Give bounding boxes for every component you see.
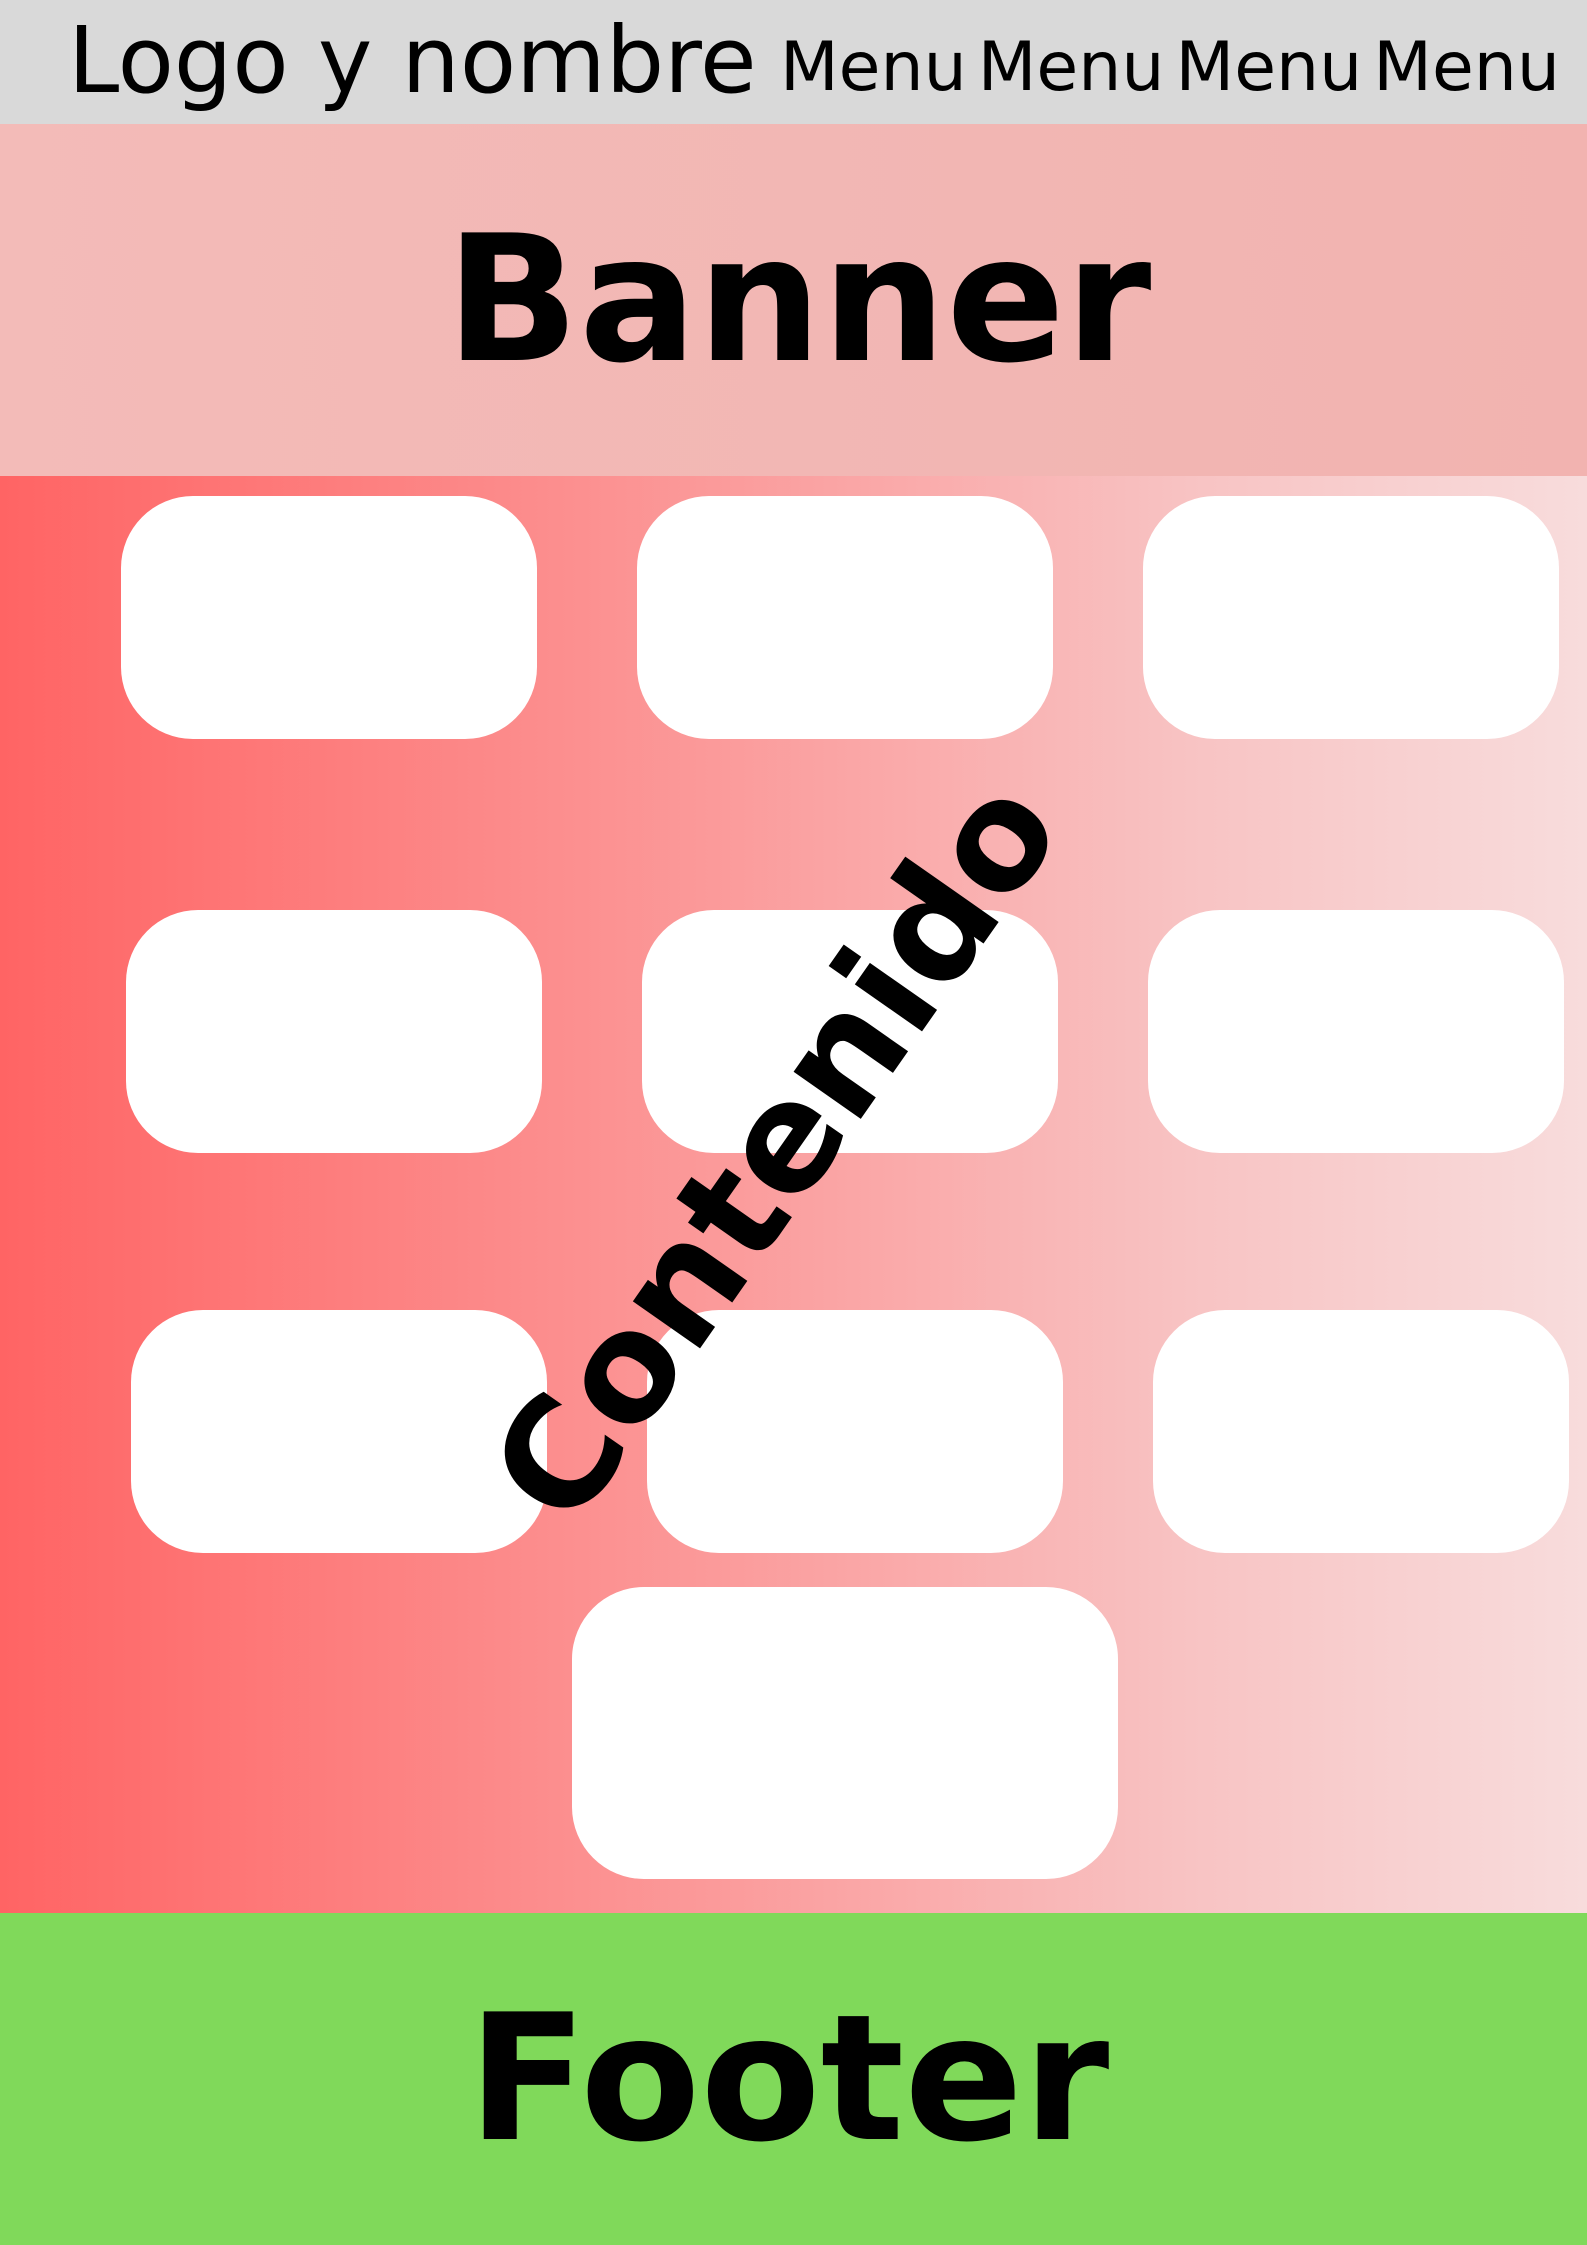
content-card[interactable] bbox=[126, 910, 542, 1153]
content-card[interactable] bbox=[572, 1587, 1118, 1879]
wireframe-page: Logo y nombre Menu Menu Menu Menu Banner… bbox=[0, 0, 1587, 2245]
footer-title: Footer bbox=[467, 1977, 1110, 2181]
menu-item-4[interactable]: Menu bbox=[1373, 20, 1560, 116]
content-card[interactable] bbox=[1143, 496, 1559, 739]
content-card[interactable] bbox=[121, 496, 537, 739]
content-area: Contenido bbox=[0, 476, 1587, 1913]
content-card[interactable] bbox=[1153, 1310, 1569, 1553]
content-card[interactable] bbox=[637, 496, 1053, 739]
main-menu: Menu Menu Menu Menu bbox=[780, 20, 1560, 116]
footer: Footer bbox=[0, 1913, 1587, 2245]
menu-item-2[interactable]: Menu bbox=[978, 20, 1165, 116]
banner-title: Banner bbox=[445, 198, 1152, 402]
menu-item-1[interactable]: Menu bbox=[780, 20, 967, 116]
logo-and-name[interactable]: Logo y nombre bbox=[68, 6, 757, 116]
header: Logo y nombre Menu Menu Menu Menu bbox=[0, 0, 1587, 124]
menu-item-3[interactable]: Menu bbox=[1176, 20, 1363, 116]
content-card[interactable] bbox=[1148, 910, 1564, 1153]
banner: Banner bbox=[0, 124, 1587, 476]
